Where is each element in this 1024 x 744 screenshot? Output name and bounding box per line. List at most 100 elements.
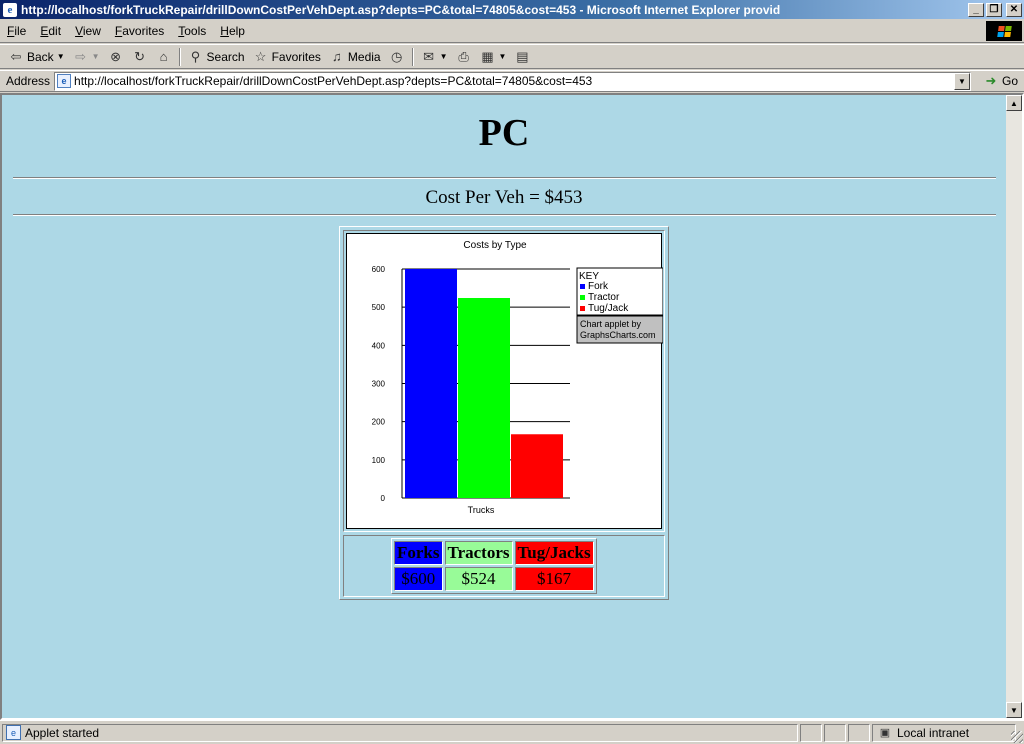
media-icon: ♫ <box>332 49 342 64</box>
chart-table: Costs by Type 0 100 200 300 400 500 600 Trucks KE… <box>339 226 669 600</box>
address-input[interactable] <box>74 73 954 89</box>
y-tick-label: 400 <box>372 341 386 350</box>
legend-swatch <box>580 295 585 300</box>
menu-tools[interactable]: Tools <box>171 24 213 38</box>
refresh-icon: ↻ <box>134 48 145 64</box>
windows-logo-icon <box>986 21 1022 41</box>
horizontal-rule <box>13 177 996 179</box>
status-panel: e Applet started <box>2 723 798 742</box>
media-button[interactable]: ♫ Media <box>325 46 385 68</box>
y-tick-label: 300 <box>372 380 386 389</box>
go-button[interactable]: ➜ Go <box>977 73 1024 89</box>
status-bar: e Applet started ▣ Local intranet <box>0 720 1024 744</box>
credit-text: Chart applet by <box>580 319 642 329</box>
ie-icon: e <box>3 2 17 17</box>
legend-swatch <box>580 306 585 311</box>
bar-tug-jack <box>511 434 563 498</box>
header-tractors: Tractors <box>444 541 513 565</box>
favorites-button[interactable]: ☆ Favorites <box>249 46 325 68</box>
security-zone: ▣ Local intranet <box>872 723 1016 742</box>
header-tug-jacks: Tug/Jacks <box>514 541 594 565</box>
menu-edit[interactable]: Edit <box>33 24 68 38</box>
go-arrow-icon: ➜ <box>985 73 997 88</box>
status-panel-blank <box>848 723 870 742</box>
address-dropdown-icon[interactable]: ▼ <box>953 72 970 90</box>
intranet-icon: ▣ <box>879 727 891 739</box>
history-icon: ◷ <box>390 48 403 64</box>
discuss-button[interactable]: ▤ <box>510 46 534 68</box>
toolbar-separator <box>411 47 414 66</box>
horizontal-rule <box>13 214 996 216</box>
home-button[interactable]: ⌂ <box>152 46 176 68</box>
vertical-scrollbar[interactable]: ▲ ▼ <box>1006 95 1022 718</box>
restore-button[interactable]: ❐ <box>986 2 1002 17</box>
address-label: Address <box>6 74 51 88</box>
toolbar-separator <box>178 47 181 66</box>
cost-table-header-row: Forks Tractors Tug/Jacks <box>394 541 594 565</box>
page-icon: e <box>57 74 72 88</box>
forward-arrow-icon: ⇨ <box>75 48 87 64</box>
scroll-down-button[interactable]: ▼ <box>1006 702 1022 718</box>
stop-icon: ⊗ <box>110 48 121 64</box>
chart-title: Costs by Type <box>463 240 527 251</box>
back-dropdown-icon[interactable]: ▼ <box>57 52 65 61</box>
legend-swatch <box>580 284 585 289</box>
credit-text: GraphsCharts.com <box>580 330 656 340</box>
address-bar: Address e ▼ ➜ Go <box>0 70 1024 92</box>
legend-label: Tug/Jack <box>588 303 629 314</box>
close-button[interactable]: ✕ <box>1006 2 1022 17</box>
edit-button[interactable]: ▦ ▼ <box>476 46 511 68</box>
value-forks: $600 <box>394 567 443 591</box>
y-tick-label: 0 <box>381 494 386 503</box>
value-tug-jacks: $167 <box>514 567 594 591</box>
menu-help[interactable]: Help <box>213 24 252 38</box>
legend-label: Tractor <box>588 292 620 303</box>
back-arrow-icon: ⇦ <box>10 48 22 64</box>
chart-applet: Costs by Type 0 100 200 300 400 500 600 Trucks KE… <box>346 233 664 529</box>
applet-icon: e <box>6 725 21 740</box>
print-button[interactable]: ⎙ <box>452 46 476 68</box>
cost-table-cell: Forks Tractors Tug/Jacks $600 $524 $167 <box>343 535 665 597</box>
resize-grip[interactable] <box>1011 731 1023 743</box>
search-button[interactable]: ⚲ Search <box>184 46 249 68</box>
home-icon: ⌂ <box>159 49 168 64</box>
mail-button[interactable]: ✉ ▼ <box>417 46 452 68</box>
cost-table: Forks Tractors Tug/Jacks $600 $524 $167 <box>391 538 597 594</box>
x-axis-label: Trucks <box>468 505 495 515</box>
edit-dropdown-icon[interactable]: ▼ <box>499 52 507 61</box>
forward-button[interactable]: ⇨ ▼ <box>69 46 104 68</box>
web-page: PC Cost Per Veh = $453 Costs by Type 0 100… <box>2 95 1006 718</box>
minimize-button[interactable]: _ <box>968 2 984 17</box>
bar-fork <box>405 269 457 498</box>
status-panel-lock <box>824 723 846 742</box>
favorites-star-icon: ☆ <box>254 48 267 64</box>
bar-tractor <box>458 298 510 498</box>
printer-icon: ⎙ <box>458 48 469 64</box>
window-title: http://localhost/forkTruckRepair/drillDo… <box>21 2 781 17</box>
browser-viewport: PC Cost Per Veh = $453 Costs by Type 0 100… <box>0 93 1024 720</box>
page-title: PC <box>478 112 530 154</box>
stop-button[interactable]: ⊗ <box>104 46 128 68</box>
status-text: Applet started <box>25 725 100 740</box>
value-tractors: $524 <box>444 567 513 591</box>
back-button[interactable]: ⇦ Back ▼ <box>4 46 69 68</box>
edit-icon: ▦ <box>481 48 494 64</box>
header-forks: Forks <box>394 541 443 565</box>
refresh-button[interactable]: ↻ <box>128 46 152 68</box>
menu-favorites[interactable]: Favorites <box>108 24 171 38</box>
menu-view[interactable]: View <box>68 24 108 38</box>
cost-table-value-row: $600 $524 $167 <box>394 567 594 591</box>
standard-toolbar: ⇦ Back ▼ ⇨ ▼ ⊗ ↻ ⌂ ⚲ Search ☆ Favorites … <box>0 44 1024 69</box>
search-icon: ⚲ <box>190 48 201 64</box>
history-button[interactable]: ◷ <box>385 46 409 68</box>
scroll-up-button[interactable]: ▲ <box>1006 95 1022 111</box>
mail-icon: ✉ <box>423 48 435 64</box>
menu-bar: File Edit View Favorites Tools Help <box>0 19 1024 43</box>
address-field[interactable]: e ▼ <box>54 71 971 91</box>
forward-dropdown-icon[interactable]: ▼ <box>92 52 100 61</box>
menu-file[interactable]: File <box>0 24 33 38</box>
mail-dropdown-icon[interactable]: ▼ <box>440 52 448 61</box>
y-tick-label: 100 <box>372 456 386 465</box>
y-tick-label: 500 <box>372 303 386 312</box>
chart-cell: Costs by Type 0 100 200 300 400 500 600 Trucks KE… <box>343 230 665 532</box>
